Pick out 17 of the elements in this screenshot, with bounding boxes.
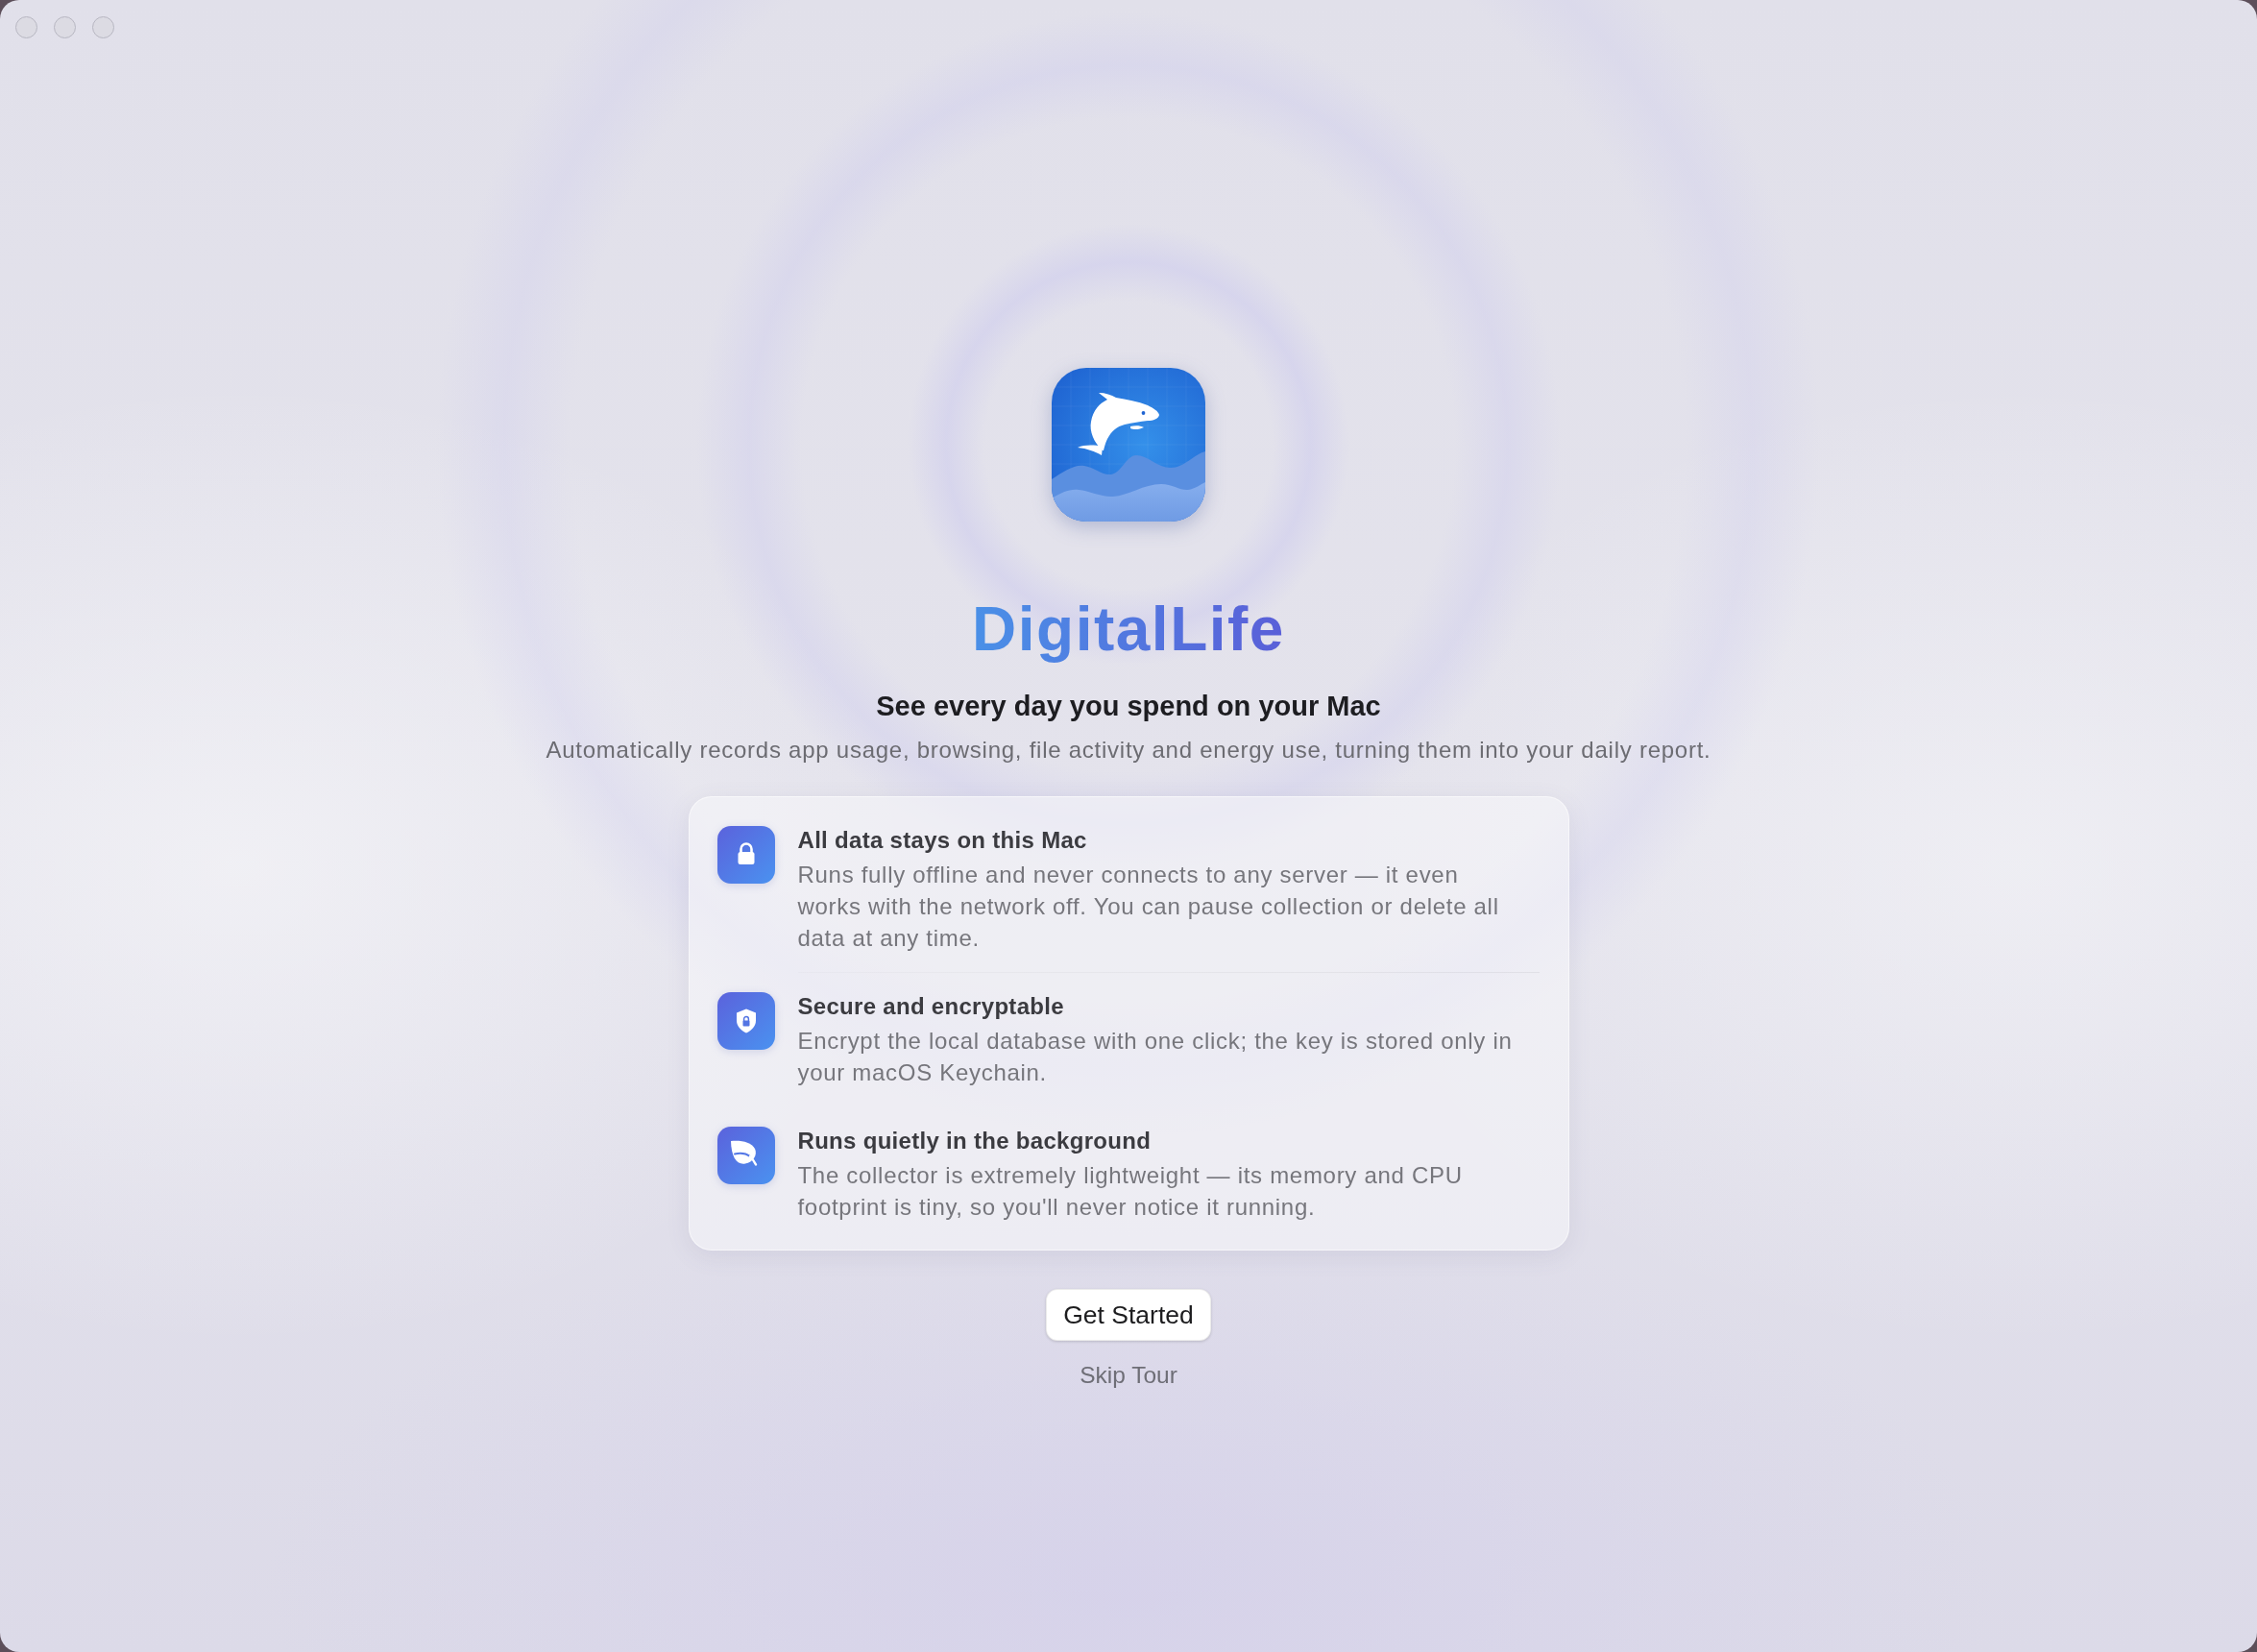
close-button[interactable] bbox=[15, 16, 37, 38]
shield-lock-icon bbox=[716, 992, 775, 1050]
dolphin-app-icon bbox=[1052, 368, 1205, 522]
skip-tour-link[interactable]: Skip Tour bbox=[1080, 1361, 1177, 1390]
feature-title: All data stays on this Mac bbox=[797, 826, 1088, 855]
feature-description: Encrypt the local database with one click; the key is stored only in your macOS Keychain. bbox=[797, 1027, 1514, 1087]
feature-description: The collector is extremely lightweight — its memory and CPU footprint is tiny, so you'll never notice it running. bbox=[797, 1161, 1464, 1222]
zoom-button[interactable] bbox=[92, 16, 114, 38]
lock-icon bbox=[716, 826, 775, 884]
leaf-icon bbox=[716, 1127, 775, 1184]
feature-title: Secure and encryptable bbox=[797, 992, 1065, 1021]
tagline-text: See every day you spend on your Mac bbox=[876, 690, 1381, 723]
minimize-button[interactable] bbox=[54, 16, 76, 38]
feature-description: Runs fully offline and never connects to any server — it even works with the network off. You can pause collection or delete all data at any time. bbox=[797, 861, 1500, 953]
description-text: Automatically records app usage, browsing, file activity and energy use, turning them into your daily report. bbox=[546, 736, 1711, 765]
get-started-button[interactable]: Get Started bbox=[1046, 1289, 1211, 1341]
feature-title: Runs quietly in the background bbox=[797, 1127, 1153, 1155]
